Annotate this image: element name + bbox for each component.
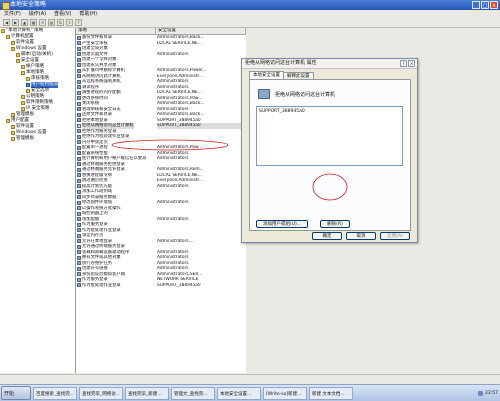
taskbar-item[interactable]: 本地安全设置... [217, 386, 261, 400]
start-button[interactable]: 开始 [1, 386, 31, 400]
system-tray: 23:57 [464, 386, 500, 400]
red-ellipse-annotation [111, 139, 229, 151]
taskbar: 开始 百度搜索_查找完... 查找完毕_网络访... 查找完毕_新建... 管理… [0, 384, 500, 401]
taskbar-item[interactable]: [Write-so]新建... [263, 386, 307, 400]
annotation-overlay [111, 139, 348, 201]
taskbar-item[interactable]: 百度搜索_查找完... [33, 386, 77, 400]
local-security-policy-window: 本地安全策略 _ □ × 文件(F) 操作(A) 查看(V) 帮助(H) ◀ ▶… [0, 0, 500, 384]
red-circle-annotation [312, 173, 348, 201]
clock: 23:57 [485, 390, 498, 396]
taskbar-item[interactable]: 新建 文本文档... [309, 386, 353, 400]
taskbar-item[interactable]: 管理文_查找完... [171, 386, 215, 400]
taskbar-item[interactable]: 查找完毕_新建... [125, 386, 169, 400]
network-icon[interactable] [478, 390, 484, 396]
taskbar-item[interactable]: 查找完毕_网络访... [79, 386, 123, 400]
